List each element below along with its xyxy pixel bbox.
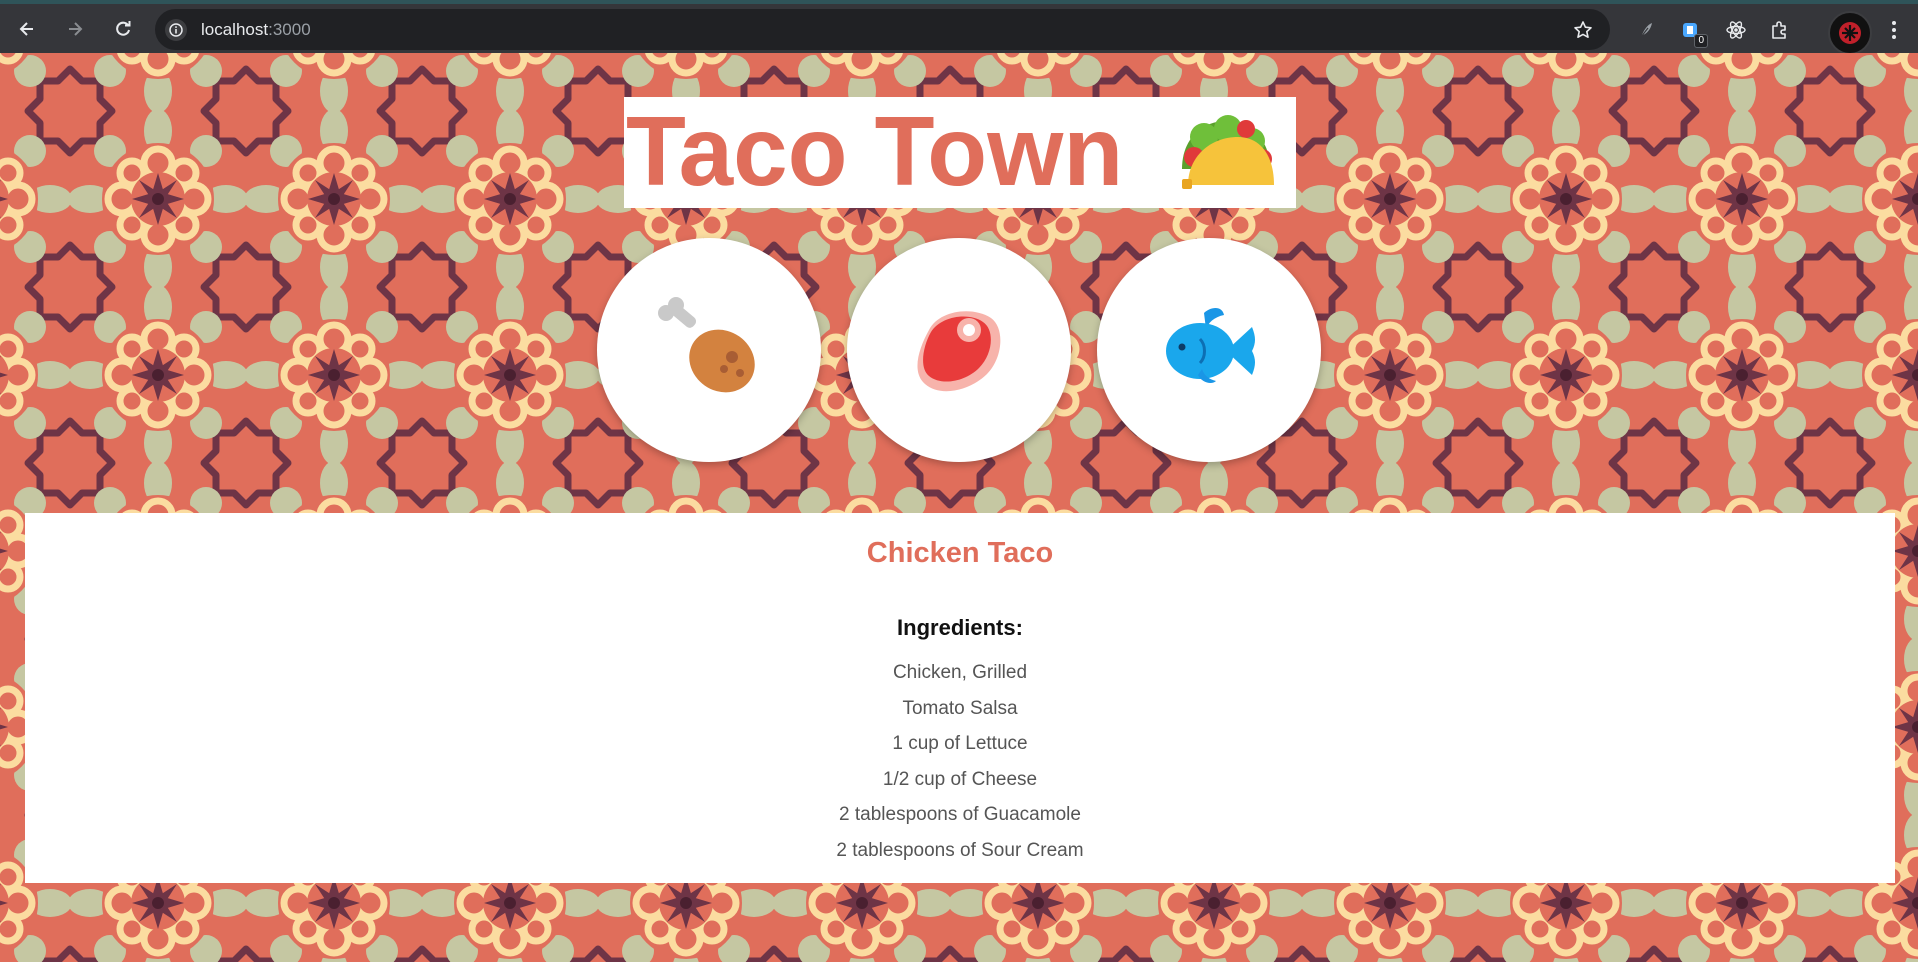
- ingredients-heading: Ingredients:: [897, 615, 1023, 640]
- back-button[interactable]: [11, 13, 43, 45]
- reload-icon: [116, 21, 131, 36]
- ingredients-list: Chicken, Grilled Tomato Salsa 1 cup of L…: [25, 655, 1895, 868]
- back-arrow-icon: [19, 22, 33, 36]
- extension-wallet-icon[interactable]: 0: [1676, 16, 1708, 48]
- recipe-title: Chicken Taco: [866, 537, 1054, 569]
- bookmark-star-icon[interactable]: [1572, 19, 1594, 41]
- ingredient-item: 2 tablespoons of Sour Cream: [836, 839, 1084, 861]
- url-port: :3000: [268, 20, 311, 39]
- steak-button[interactable]: [847, 238, 1071, 462]
- avatar-icon: [1839, 22, 1861, 44]
- browser-toolbar: localhost:3000 0: [0, 0, 1918, 55]
- chicken-leg-icon: [658, 297, 755, 393]
- steak-icon: [917, 311, 1001, 392]
- page-content: Taco Town Chicken Taco Ingredients: Chic…: [0, 53, 1918, 962]
- react-devtools-icon[interactable]: [1722, 16, 1750, 44]
- extension-feather-icon[interactable]: [1632, 16, 1660, 44]
- ingredient-item: 1/2 cup of Cheese: [882, 768, 1038, 790]
- chicken-button[interactable]: [597, 238, 821, 462]
- forward-button[interactable]: [59, 13, 91, 45]
- taco-icon: [1182, 115, 1274, 189]
- forward-arrow-icon: [69, 22, 83, 36]
- fish-button[interactable]: [1097, 238, 1321, 462]
- page-title: Taco Town: [626, 96, 1124, 206]
- title-banner: Taco Town: [624, 96, 1296, 208]
- recipe-card: Chicken Taco Ingredients: Chicken, Grill…: [25, 513, 1895, 883]
- url-text[interactable]: localhost:3000: [201, 20, 311, 40]
- ingredient-item: Tomato Salsa: [902, 697, 1018, 719]
- browser-menu-button[interactable]: [1880, 16, 1908, 44]
- profile-avatar[interactable]: [1828, 11, 1872, 55]
- ingredient-item: Chicken, Grilled: [892, 662, 1028, 683]
- extension-badge: 0: [1694, 34, 1708, 48]
- reload-button[interactable]: [107, 13, 139, 45]
- url-host: localhost: [201, 20, 269, 39]
- address-bar[interactable]: localhost:3000: [155, 9, 1610, 50]
- kebab-menu-icon: [1892, 21, 1896, 39]
- fish-icon: [1166, 308, 1255, 383]
- ingredient-item: 2 tablespoons of Guacamole: [839, 804, 1081, 825]
- extensions-puzzle-icon[interactable]: [1766, 16, 1794, 44]
- ingredient-item: 1 cup of Lettuce: [892, 733, 1028, 754]
- site-info-icon[interactable]: [165, 19, 187, 41]
